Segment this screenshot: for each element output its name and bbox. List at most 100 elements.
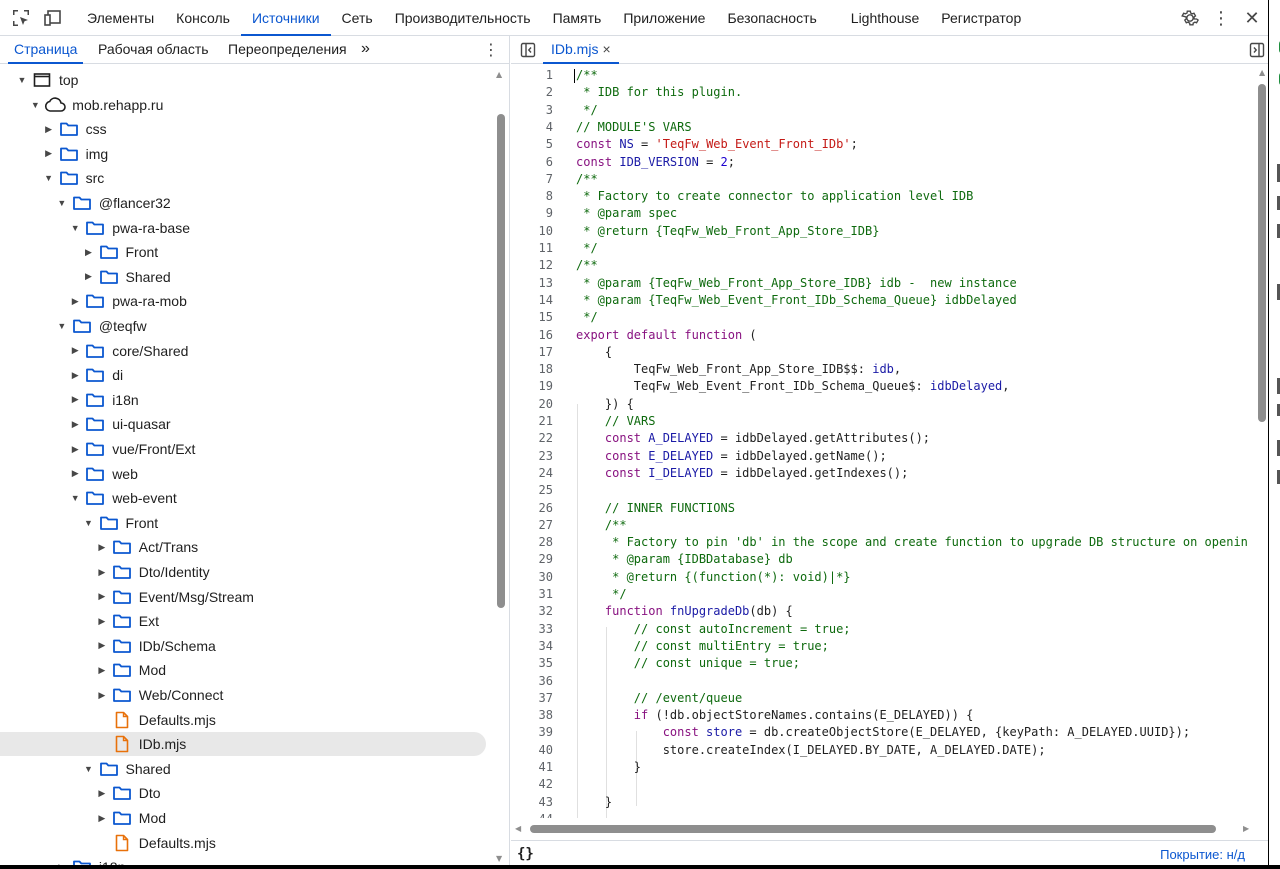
tree-file-item[interactable]: Defaults.mjs <box>0 708 488 732</box>
close-devtools-icon[interactable]: ✕ <box>1240 0 1264 36</box>
tree-folder-item[interactable]: ▼ pwa-ra-base <box>0 216 488 240</box>
tree-folder-item[interactable]: ▶ img <box>0 142 488 166</box>
tree-folder-item[interactable]: ▼ @flancer32 <box>0 191 488 215</box>
tree-folder-item[interactable]: ▶ Mod <box>0 806 488 830</box>
tree-folder-item[interactable]: ▶ pwa-ra-mob <box>0 289 488 313</box>
line-number[interactable]: 26 <box>511 501 553 515</box>
expand-arrow-down-icon[interactable]: ▼ <box>55 196 69 210</box>
scroll-up-arrow-icon[interactable]: ▲ <box>496 70 502 79</box>
expand-arrow-right-icon[interactable]: ▶ <box>42 122 56 136</box>
line-number[interactable]: 4 <box>511 120 553 134</box>
line-number[interactable]: 36 <box>511 674 553 688</box>
expand-arrow-right-icon[interactable]: ▶ <box>95 688 109 702</box>
line-number[interactable]: 39 <box>511 725 553 739</box>
expand-arrow-right-icon[interactable]: ▶ <box>42 147 56 161</box>
line-number[interactable]: 43 <box>511 795 553 809</box>
expand-arrow-down-icon[interactable]: ▼ <box>82 762 96 776</box>
tree-folder-item[interactable]: ▼ Front <box>0 511 488 535</box>
line-number[interactable]: 41 <box>511 760 553 774</box>
expand-arrow-down-icon[interactable]: ▼ <box>15 73 29 87</box>
panel-tab[interactable]: Lighthouse <box>840 0 931 36</box>
tab-page[interactable]: Страница <box>8 36 84 64</box>
panel-tab[interactable]: Элементы <box>76 0 165 36</box>
line-number[interactable]: 13 <box>511 276 553 290</box>
line-number[interactable]: 38 <box>511 708 553 722</box>
navigator-menu-icon[interactable]: ⋮ <box>483 39 499 59</box>
navigator-scrollbar[interactable]: ▲ ▼ <box>494 64 508 869</box>
tree-folder-item[interactable]: ▶ Ext <box>0 609 488 633</box>
tree-folder-item[interactable]: ▶ ui-quasar <box>0 412 488 436</box>
tree-file-item[interactable]: Defaults.mjs <box>0 831 488 855</box>
line-number[interactable]: 32 <box>511 604 553 618</box>
expand-arrow-right-icon[interactable]: ▶ <box>68 294 82 308</box>
line-number[interactable]: 19 <box>511 379 553 393</box>
expand-arrow-down-icon[interactable]: ▼ <box>82 516 96 530</box>
toggle-debugger-icon[interactable] <box>1247 40 1267 60</box>
panel-tab[interactable]: Производительность <box>384 0 542 36</box>
expand-arrow-right-icon[interactable]: ▶ <box>95 786 109 800</box>
line-number[interactable]: 24 <box>511 466 553 480</box>
editor-tab-idb[interactable]: IDb.mjs × <box>543 36 619 64</box>
scroll-up-arrow-icon[interactable]: ▲ <box>1259 68 1265 77</box>
line-number[interactable]: 15 <box>511 310 553 324</box>
tree-folder-item[interactable]: ▼ top <box>0 68 488 92</box>
panel-tab[interactable]: Безопасность <box>716 0 827 36</box>
line-number[interactable]: 40 <box>511 743 553 757</box>
line-number[interactable]: 30 <box>511 570 553 584</box>
expand-arrow-down-icon[interactable]: ▼ <box>55 319 69 333</box>
scroll-down-arrow-icon[interactable]: ▼ <box>496 854 502 863</box>
inspect-element-icon[interactable] <box>10 7 32 29</box>
expand-arrow-right-icon[interactable]: ▶ <box>82 270 96 284</box>
tree-folder-item[interactable]: ▼ @teqfw <box>0 314 488 338</box>
expand-arrow-right-icon[interactable]: ▶ <box>95 590 109 604</box>
more-tabs-chevron-icon[interactable]: » <box>361 36 370 64</box>
line-number[interactable]: 23 <box>511 449 553 463</box>
pretty-print-button[interactable]: {} <box>517 846 534 862</box>
panel-tab[interactable]: Консоль <box>165 0 241 36</box>
line-number[interactable]: 37 <box>511 691 553 705</box>
code-area[interactable]: 1 /** 2 * IDB for this plugin. 3 */ 4 // MODU… <box>511 66 1256 818</box>
line-number[interactable]: 5 <box>511 137 553 151</box>
tree-folder-item[interactable]: ▶ Event/Msg/Stream <box>0 585 488 609</box>
panel-tab[interactable]: Память <box>542 0 613 36</box>
panel-tab[interactable]: Сеть <box>331 0 384 36</box>
panel-tab[interactable]: Источники <box>240 0 331 36</box>
tree-folder-item[interactable]: ▶ Shared <box>0 265 488 289</box>
settings-gear-icon[interactable] <box>1178 0 1202 36</box>
tree-folder-item[interactable]: ▼ web-event <box>0 486 488 510</box>
line-number[interactable]: 35 <box>511 656 553 670</box>
expand-arrow-right-icon[interactable]: ▶ <box>95 663 109 677</box>
expand-arrow-down-icon[interactable]: ▼ <box>28 98 42 112</box>
line-number[interactable]: 18 <box>511 362 553 376</box>
scrollbar-thumb[interactable] <box>530 825 1216 833</box>
tree-folder-item[interactable]: ▶ IDb/Schema <box>0 634 488 658</box>
expand-arrow-down-icon[interactable]: ▼ <box>68 221 82 235</box>
line-number[interactable]: 20 <box>511 397 553 411</box>
line-number[interactable]: 22 <box>511 431 553 445</box>
tree-folder-item[interactable]: ▼ src <box>0 166 488 190</box>
tree-file-item[interactable]: IDb.mjs <box>0 732 486 757</box>
line-number[interactable]: 8 <box>511 189 553 203</box>
expand-arrow-right-icon[interactable]: ▶ <box>68 417 82 431</box>
scroll-right-arrow-icon[interactable]: ▶ <box>1243 824 1249 833</box>
expand-arrow-right-icon[interactable]: ▶ <box>95 811 109 825</box>
expand-arrow-right-icon[interactable]: ▶ <box>68 344 82 358</box>
scrollbar-thumb[interactable] <box>497 114 505 608</box>
line-number[interactable]: 31 <box>511 587 553 601</box>
panel-tab[interactable]: Регистратор <box>930 0 1032 36</box>
line-number[interactable]: 16 <box>511 328 553 342</box>
expand-arrow-right-icon[interactable]: ▶ <box>95 540 109 554</box>
expand-arrow-right-icon[interactable]: ▶ <box>82 245 96 259</box>
tree-folder-item[interactable]: ▶ i18n <box>0 388 488 412</box>
tree-folder-item[interactable]: ▶ di <box>0 363 488 387</box>
expand-arrow-right-icon[interactable]: ▶ <box>95 565 109 579</box>
expand-arrow-right-icon[interactable]: ▶ <box>95 639 109 653</box>
editor-vertical-scrollbar[interactable]: ▲ <box>1256 66 1268 818</box>
line-number[interactable]: 17 <box>511 345 553 359</box>
line-number[interactable]: 25 <box>511 483 553 497</box>
tree-folder-item[interactable]: ▶ Dto/Identity <box>0 560 488 584</box>
tree-folder-item[interactable]: ▶ Web/Connect <box>0 683 488 707</box>
line-number[interactable]: 2 <box>511 85 553 99</box>
tree-folder-item[interactable]: ▶ Act/Trans <box>0 535 488 559</box>
tree-folder-item[interactable]: ▼ Shared <box>0 757 488 781</box>
